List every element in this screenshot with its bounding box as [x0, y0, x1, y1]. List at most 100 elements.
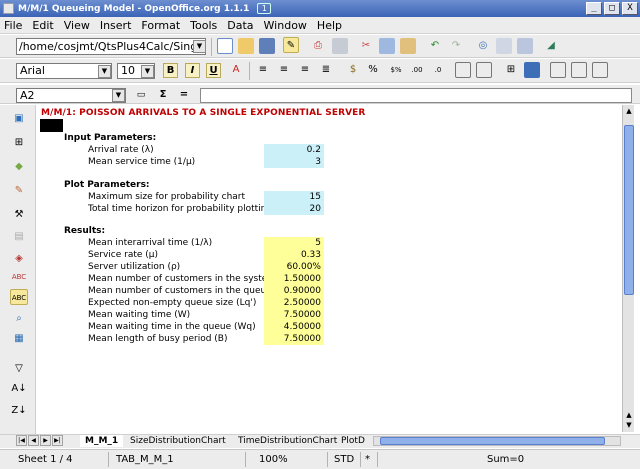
scroll-down-arrow[interactable]: ▼ [624, 421, 634, 430]
standard-format-icon[interactable]: $% [388, 62, 404, 78]
autofilter-icon[interactable]: ▽ [10, 361, 28, 377]
autospellcheck-icon[interactable]: ABC [10, 289, 28, 305]
formula-input[interactable] [200, 88, 632, 103]
menu-edit[interactable]: Edit [32, 19, 53, 32]
first-sheet-button[interactable]: |◀ [16, 435, 27, 446]
open-folder-icon[interactable] [238, 38, 254, 54]
font-color-icon[interactable]: A [228, 62, 244, 78]
print-icon[interactable] [332, 38, 348, 54]
menu-insert[interactable]: Insert [100, 19, 132, 32]
align-left-icon[interactable]: ≡ [255, 62, 271, 78]
insert-cells-icon[interactable]: ⊞ [10, 135, 28, 151]
result-value-cell[interactable]: 1.50000 [264, 273, 324, 285]
spreadsheet-grid[interactable]: M/M/1: POISSON ARRIVALS TO A SINGLE EXPO… [37, 105, 622, 432]
horizontal-scroll-thumb[interactable] [380, 437, 605, 445]
insert-object-icon[interactable]: ◆ [10, 159, 28, 175]
max-size-cell[interactable]: 15 [264, 191, 324, 203]
selected-cell[interactable] [40, 119, 63, 132]
menu-view[interactable]: View [64, 19, 90, 32]
result-value-cell[interactable]: 7.50000 [264, 309, 324, 321]
vertical-scrollbar[interactable]: ▲ ▲ ▼ [622, 105, 634, 432]
zoom-level[interactable]: 100% [259, 454, 288, 465]
bold-button[interactable]: B [163, 63, 178, 78]
find-replace-icon[interactable]: ⌕ [10, 311, 28, 327]
align-top-icon[interactable] [550, 62, 566, 78]
autoformat-icon[interactable]: ◈ [10, 251, 28, 267]
data-sources-icon[interactable]: ▦ [10, 331, 28, 347]
tab-plot-d[interactable]: PlotD [336, 435, 370, 447]
currency-format-icon[interactable]: $ [345, 62, 361, 78]
result-value-cell[interactable]: 2.50000 [264, 297, 324, 309]
sum-icon[interactable]: Σ [155, 87, 171, 103]
undo-icon[interactable]: ↶ [427, 38, 443, 54]
copy-icon[interactable] [379, 38, 395, 54]
minimize-button[interactable]: _ [586, 2, 602, 15]
edit-file-icon[interactable] [217, 38, 233, 54]
result-value-cell[interactable]: 5 [264, 237, 324, 249]
result-value-cell[interactable]: 7.50000 [264, 333, 324, 345]
function-equals-icon[interactable]: = [176, 87, 192, 103]
arrival-rate-cell[interactable]: 0.2 [264, 144, 324, 156]
navigator-icon[interactable]: ◎ [475, 38, 491, 54]
page-style[interactable]: TAB_M_M_1 [116, 454, 174, 465]
tab-m-m-1[interactable]: M_M_1 [80, 435, 124, 447]
menu-help[interactable]: Help [317, 19, 342, 32]
close-button[interactable]: X [622, 2, 638, 15]
align-bottom-icon[interactable] [592, 62, 608, 78]
save-icon[interactable] [259, 38, 275, 54]
result-value-cell[interactable]: 0.90000 [264, 285, 324, 297]
sort-ascending-icon[interactable]: A↓ [10, 381, 28, 397]
scroll-up-arrow[interactable]: ▲ [624, 411, 634, 420]
export-pdf-icon[interactable]: ⎙ [310, 38, 326, 54]
spellcheck-icon[interactable]: ABC [10, 269, 28, 285]
menu-tools[interactable]: Tools [190, 19, 217, 32]
align-center-vertically-icon[interactable] [571, 62, 587, 78]
horizontal-scrollbar[interactable] [373, 436, 621, 446]
delete-decimal-icon[interactable]: .0 [430, 62, 446, 78]
background-color-icon[interactable] [524, 62, 540, 78]
edit-mode-icon[interactable]: ✎ [283, 37, 299, 53]
name-box-dropdown[interactable]: ▼ [112, 89, 125, 102]
decrease-indent-icon[interactable] [455, 62, 471, 78]
tab-size-distribution-chart[interactable]: SizeDistributionChart [125, 435, 231, 447]
last-sheet-button[interactable]: ▶| [52, 435, 63, 446]
selection-mode[interactable]: STD [334, 454, 354, 465]
maximize-button[interactable]: □ [604, 2, 620, 15]
cut-icon[interactable]: ✂ [358, 38, 374, 54]
italic-button[interactable]: I [185, 63, 200, 78]
name-box[interactable]: A2 [16, 88, 126, 103]
insert-icon[interactable]: ▣ [10, 111, 28, 127]
document-path-combo[interactable]: /home/cosjmt/QtsPlus4Calc/Single/f [16, 38, 206, 55]
menu-window[interactable]: Window [264, 19, 307, 32]
time-horizon-cell[interactable]: 20 [264, 203, 324, 215]
function-wizard-icon[interactable]: ▭ [133, 87, 149, 103]
edit-points-icon[interactable]: ▤ [10, 229, 28, 245]
gallery-icon[interactable] [496, 38, 512, 54]
result-value-cell[interactable]: 0.33 [264, 249, 324, 261]
align-center-icon[interactable]: ≡ [276, 62, 292, 78]
borders-icon[interactable]: ⊞ [503, 62, 519, 78]
tab-time-distribution-chart[interactable]: TimeDistributionChart [233, 435, 342, 447]
underline-button[interactable]: U [206, 63, 221, 78]
chart-icon[interactable]: ◢ [543, 38, 559, 54]
previous-sheet-button[interactable]: ◀ [28, 435, 39, 446]
align-right-icon[interactable]: ≡ [297, 62, 313, 78]
redo-icon[interactable]: ↷ [448, 38, 464, 54]
data-sources-icon[interactable] [517, 38, 533, 54]
next-sheet-button[interactable]: ▶ [40, 435, 51, 446]
sort-descending-icon[interactable]: Z↓ [10, 403, 28, 419]
form-functions-icon[interactable]: ⚒ [10, 207, 28, 223]
percent-format-icon[interactable]: % [365, 62, 381, 78]
menu-file[interactable]: File [4, 19, 22, 32]
menu-data[interactable]: Data [227, 19, 253, 32]
font-size-dropdown[interactable]: ▼ [141, 65, 154, 78]
result-value-cell[interactable]: 4.50000 [264, 321, 324, 333]
scroll-up-arrow[interactable]: ▲ [624, 107, 634, 116]
add-decimal-icon[interactable]: .00 [409, 62, 425, 78]
font-name-dropdown[interactable]: ▼ [98, 65, 111, 78]
vertical-scroll-thumb[interactable] [624, 125, 634, 295]
path-dropdown-button[interactable]: ▼ [193, 40, 206, 53]
increase-indent-icon[interactable] [476, 62, 492, 78]
paste-icon[interactable] [400, 38, 416, 54]
justify-icon[interactable]: ≣ [318, 62, 334, 78]
